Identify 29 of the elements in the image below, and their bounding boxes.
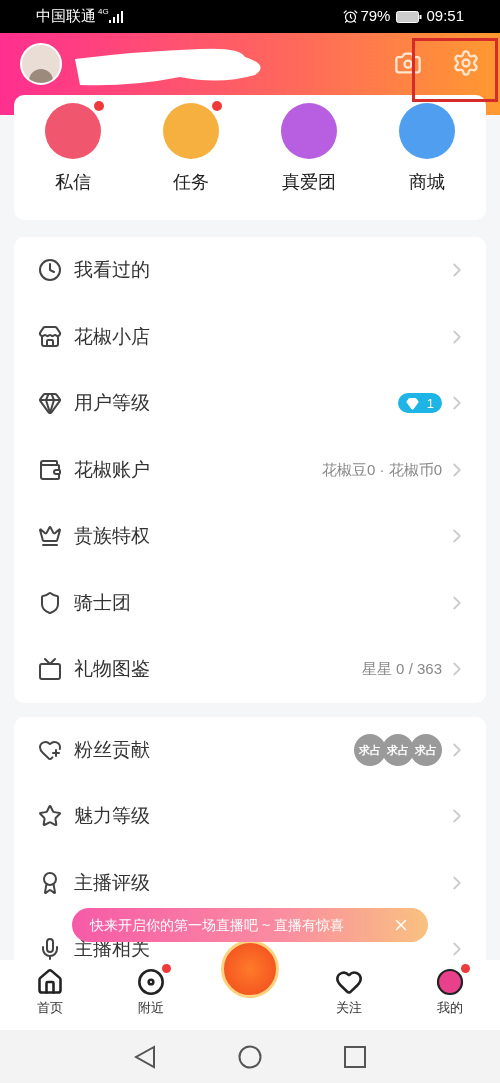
row-value: 星星 0 / 363 xyxy=(361,659,442,679)
row-label: 用户等级 xyxy=(74,391,151,415)
row-label: 礼物图鉴 xyxy=(74,657,151,681)
time-text: 09:51 xyxy=(426,6,464,27)
level-badge: 1 xyxy=(397,393,442,414)
row-label: 骑士团 xyxy=(74,590,132,615)
nav-label: 关注 xyxy=(336,999,363,1017)
row-value: 花椒豆0 · 花椒币0 xyxy=(322,459,442,480)
carrier-text: 中国联通 xyxy=(36,6,96,27)
row-label: 贵族特权 xyxy=(74,524,151,548)
row-label: 魅力等级 xyxy=(74,804,151,828)
row-label: 花椒账户 xyxy=(74,457,151,482)
fan-avatar: 求占 xyxy=(354,733,386,766)
fan-avatar: 求占 xyxy=(382,733,414,766)
action-label: 真爱团 xyxy=(282,171,336,194)
row-label: 我看过的 xyxy=(74,258,151,282)
action-label: 商城 xyxy=(409,171,445,194)
fan-avatar: 求占 xyxy=(410,733,442,766)
nav-label: 附近 xyxy=(137,999,164,1017)
network-text: 4G xyxy=(98,6,109,18)
row-label: 主播评级 xyxy=(74,870,151,895)
row-label: 粉丝贡献 xyxy=(74,737,151,762)
action-label: 私信 xyxy=(55,171,91,194)
row-label: 花椒小店 xyxy=(74,324,151,349)
action-label: 任务 xyxy=(173,171,209,194)
nav-label: 我的 xyxy=(436,999,463,1017)
battery-text: 79% xyxy=(360,6,391,27)
nav-label: 首页 xyxy=(37,999,64,1017)
tip-text: 快来开启你的第一场直播吧 ~ 直播有惊喜 xyxy=(90,915,345,935)
